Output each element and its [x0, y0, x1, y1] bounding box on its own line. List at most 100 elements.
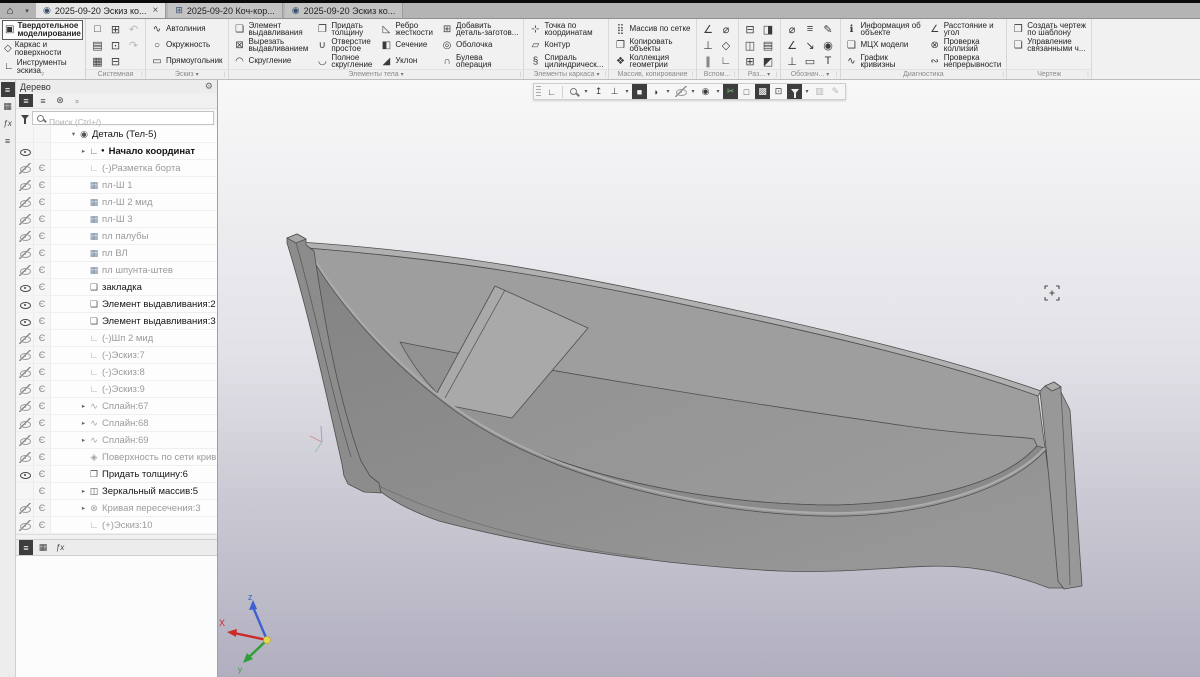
- view-orientation-icon[interactable]: ⊥: [607, 84, 622, 99]
- ribbon-button[interactable]: ❑МЦХ модели: [845, 37, 922, 53]
- exclude-cell[interactable]: Є: [34, 449, 51, 465]
- tool-icon[interactable]: ◉: [821, 38, 836, 53]
- ribbon-button[interactable]: ⊹Точка по координатам: [528, 21, 604, 37]
- expand-arrow-icon[interactable]: ▸: [79, 147, 88, 155]
- section-view-icon[interactable]: ✂: [723, 84, 738, 99]
- tool-icon[interactable]: ≡: [803, 22, 818, 37]
- zoom-icon[interactable]: [566, 84, 581, 99]
- tree-item[interactable]: Є▦пл-Ш 1: [16, 177, 217, 194]
- tool-icon[interactable]: ∥: [701, 54, 716, 69]
- group-caret-icon[interactable]: ▾: [826, 71, 829, 78]
- ribbon-button[interactable]: ◠Скругление: [233, 53, 310, 69]
- ribbon-button[interactable]: ◎Оболочка: [440, 37, 519, 53]
- ribbon-button[interactable]: ∿График кривизны: [845, 53, 922, 69]
- expand-arrow-icon[interactable]: ▾: [69, 130, 78, 138]
- eye-off-icon[interactable]: [19, 265, 31, 276]
- tool-icon[interactable]: ◇: [719, 38, 734, 53]
- exclude-cell[interactable]: Є: [34, 160, 51, 176]
- projection-view-icon[interactable]: ⊡: [771, 84, 786, 99]
- display-style-icon[interactable]: ◑: [648, 84, 663, 99]
- group-options-icon[interactable]: ⋮: [1000, 71, 1005, 78]
- tree-item[interactable]: Є▸◫Зеркальный массив:5: [16, 483, 217, 500]
- dropdown-caret-icon[interactable]: ▾: [714, 88, 722, 95]
- ribbon-button[interactable]: ∩Булева операция: [440, 53, 519, 69]
- visibility-cell[interactable]: [16, 415, 34, 431]
- ribbon-mode-item[interactable]: ◇Каркас и поверхности: [2, 40, 83, 58]
- eye-off-icon[interactable]: [19, 384, 31, 395]
- visibility-cell[interactable]: [16, 483, 34, 499]
- expand-arrow-icon[interactable]: ▸: [79, 504, 88, 512]
- tree-item[interactable]: Є▦пл-Ш 2 мид: [16, 194, 217, 211]
- eye-icon[interactable]: [19, 299, 31, 310]
- tool-icon[interactable]: ↶: [126, 22, 141, 37]
- group-options-icon[interactable]: ⋮: [517, 71, 522, 78]
- pattern-view-icon[interactable]: ▩: [755, 84, 770, 99]
- tree-item[interactable]: Є∟(-)Шп 2 мид: [16, 330, 217, 347]
- ribbon-button[interactable]: ▱Контур: [528, 37, 604, 53]
- ribbon-button[interactable]: §Спираль цилиндрическ...: [528, 53, 604, 69]
- exclude-cell[interactable]: Є: [34, 364, 51, 380]
- visibility-cell[interactable]: [16, 449, 34, 465]
- ribbon-button[interactable]: ◡Полное скругление: [315, 53, 373, 69]
- ribbon-button[interactable]: ▭Прямоугольник: [150, 53, 224, 69]
- eye-off-icon[interactable]: [19, 367, 31, 378]
- search-input[interactable]: [33, 116, 213, 128]
- dropdown-caret-icon[interactable]: ▾: [664, 88, 672, 95]
- visibility-cell[interactable]: [16, 364, 34, 380]
- exclude-cell[interactable]: Є: [34, 398, 51, 414]
- document-tab[interactable]: ⊞2025-09-20 Коч-кор...: [168, 3, 282, 18]
- exclude-cell[interactable]: Є: [34, 415, 51, 431]
- dropdown-caret-icon[interactable]: ▾: [623, 88, 631, 95]
- modes-collapse-chevron[interactable]: ▿: [0, 71, 85, 79]
- visibility-cell[interactable]: [16, 296, 34, 312]
- group-options-icon[interactable]: ⋮: [222, 71, 227, 78]
- group-options-icon[interactable]: ⋮: [602, 71, 607, 78]
- group-options-icon[interactable]: ⋮: [690, 71, 695, 78]
- tool-icon[interactable]: ◨: [761, 22, 776, 37]
- tool-icon[interactable]: ⊞: [743, 54, 758, 69]
- tool-icon[interactable]: ✎: [821, 22, 836, 37]
- expand-arrow-icon[interactable]: ▸: [79, 487, 88, 495]
- group-caret-icon[interactable]: ▾: [196, 71, 199, 78]
- tab-variables[interactable]: ƒx: [53, 540, 67, 555]
- ribbon-button[interactable]: ◧Сечение: [379, 37, 434, 53]
- document-tab[interactable]: ◉2025-09-20 Эскиз ко...: [285, 3, 404, 18]
- ribbon-button[interactable]: ∠Расстояние и угол: [928, 21, 1003, 37]
- eye-icon[interactable]: [19, 282, 31, 293]
- exclude-cell[interactable]: Є: [34, 432, 51, 448]
- ribbon-button[interactable]: ∿Автолиния: [150, 21, 224, 37]
- tree-item[interactable]: Є▸∿Сплайн:69: [16, 432, 217, 449]
- exclude-cell[interactable]: Є: [34, 296, 51, 312]
- tree-item[interactable]: Є▦пл ВЛ: [16, 245, 217, 262]
- exclude-cell[interactable]: Є: [34, 466, 51, 482]
- visibility-cell[interactable]: [16, 398, 34, 414]
- dropdown-caret-icon[interactable]: ▾: [582, 88, 590, 95]
- close-icon[interactable]: ×: [153, 5, 159, 16]
- tree-item[interactable]: Є∟(-)Разметка борта: [16, 160, 217, 177]
- tab-parameters[interactable]: ▦: [36, 540, 50, 555]
- tool-icon[interactable]: □: [90, 22, 105, 37]
- document-tab[interactable]: ◉2025-09-20 Эскиз ко...×: [36, 3, 166, 18]
- filter-icon[interactable]: [21, 115, 29, 120]
- sketch-mode-icon[interactable]: ∟: [544, 84, 559, 99]
- ribbon-button[interactable]: ⊗Проверка коллизий: [928, 37, 1003, 53]
- visibility-cell[interactable]: [16, 177, 34, 193]
- tool-icon[interactable]: ⌀: [719, 22, 734, 37]
- tree-item[interactable]: Є❏Элемент выдавливания:3: [16, 313, 217, 330]
- group-options-icon[interactable]: ⋮: [139, 71, 144, 78]
- ribbon-button[interactable]: ❐Придать толщину: [315, 21, 373, 37]
- tree-item[interactable]: Є▸∿Сплайн:67: [16, 398, 217, 415]
- expand-arrow-icon[interactable]: ▸: [79, 436, 88, 444]
- tree-item[interactable]: ▸∟●Начало координат: [16, 143, 217, 160]
- variables-panel-icon[interactable]: ƒx: [1, 116, 15, 131]
- ribbon-button[interactable]: ∾Проверка непрерывности: [928, 53, 1003, 69]
- filter-icon[interactable]: [787, 84, 802, 99]
- viewport-3d[interactable]: z X y ∟▾↥⊥▾■◑▾▾◉▾✂□▩⊡▾▥✎: [218, 80, 1200, 677]
- hide-objects-icon[interactable]: [673, 84, 688, 99]
- visibility-cell[interactable]: [16, 228, 34, 244]
- exclude-cell[interactable]: Є: [34, 211, 51, 227]
- visibility-cell[interactable]: [16, 466, 34, 482]
- ribbon-button[interactable]: ❏Управление связанными ч...: [1011, 37, 1087, 53]
- ribbon-button[interactable]: ⣿Массив по сетке: [613, 21, 691, 37]
- exclude-cell[interactable]: Є: [34, 347, 51, 363]
